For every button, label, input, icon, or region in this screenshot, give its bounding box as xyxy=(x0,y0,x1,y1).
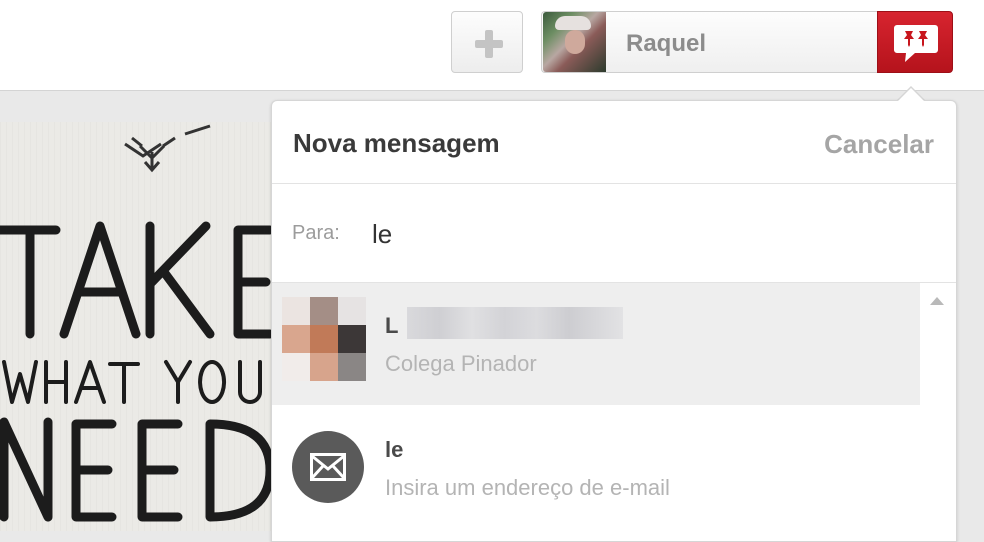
popup-title: Nova mensagem xyxy=(293,128,500,158)
user-name: Raquel xyxy=(626,30,707,57)
user-avatar xyxy=(543,12,606,72)
recipient-input[interactable] xyxy=(372,214,912,254)
scroll-up-arrow-icon[interactable] xyxy=(930,297,944,305)
contact-avatar xyxy=(282,297,366,381)
email-avatar xyxy=(292,431,364,503)
email-entry: le xyxy=(385,437,404,462)
popup-header: Nova mensagem Cancelar xyxy=(272,101,956,184)
top-navigation-bar: Raquel xyxy=(0,0,984,91)
suggestions-scrollbar[interactable] xyxy=(920,283,956,541)
new-message-popup: Nova mensagem Cancelar Para: L Colega Pi… xyxy=(271,100,957,542)
suggestion-item[interactable]: L Colega Pinador xyxy=(272,283,920,405)
email-hint: Insira um endereço de e-mail xyxy=(385,475,670,500)
contact-name: L xyxy=(385,313,399,338)
recipient-suggestions: L Colega Pinador le Insira um endereço d… xyxy=(272,283,956,541)
messages-button[interactable] xyxy=(877,11,953,73)
add-pin-button[interactable] xyxy=(451,11,523,73)
cancel-button[interactable]: Cancelar xyxy=(824,129,934,160)
pinner-message-icon xyxy=(894,25,938,62)
mail-icon xyxy=(310,453,346,481)
contact-subtitle: Colega Pinador xyxy=(385,351,537,376)
suggestion-item-email[interactable]: le Insira um endereço de e-mail xyxy=(272,407,920,529)
recipient-label: Para: xyxy=(292,222,340,244)
user-profile-button[interactable]: Raquel xyxy=(541,11,883,73)
emblem-icon xyxy=(124,124,211,173)
recipient-row: Para: xyxy=(272,184,956,283)
plus-icon xyxy=(475,30,503,58)
pin-image[interactable] xyxy=(0,122,280,531)
blurred-contact-name xyxy=(407,307,623,339)
